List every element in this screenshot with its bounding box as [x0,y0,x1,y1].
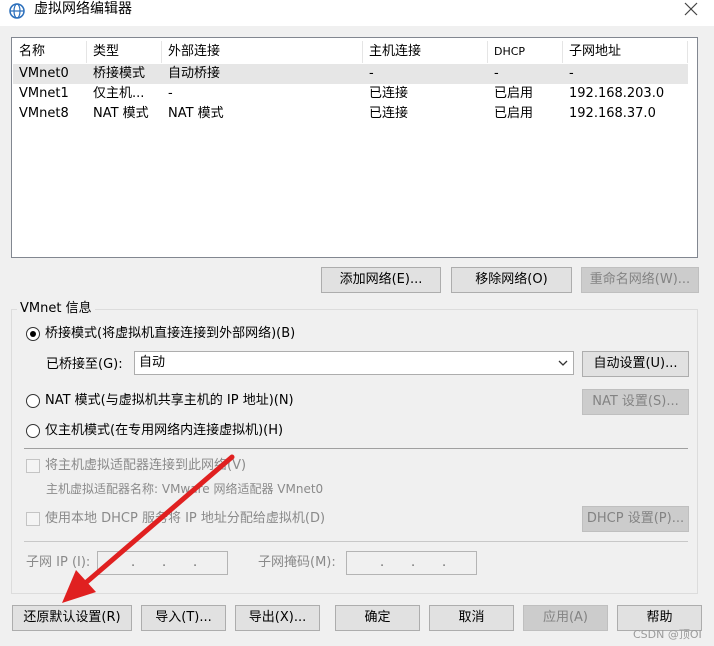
cell-type: NAT 模式 [93,106,149,121]
close-icon[interactable] [680,0,702,20]
bridged-to-label: 已桥接至(G): [46,357,123,372]
network-list[interactable]: 名称 类型 外部连接 主机连接 DHCP 子网地址 VMnet0 桥接模式 自动… [11,37,698,258]
restore-defaults-button[interactable]: 还原默认设置(R) [12,605,132,631]
subnet-ip-label: 子网 IP (I): [26,555,91,570]
dhcp-settings-button[interactable]: DHCP 设置(P)... [582,506,689,532]
column-header-host[interactable]: 主机连接 [363,41,488,63]
divider [24,541,688,542]
cell-subnet: 192.168.37.0 [569,106,656,121]
hostonly-radio[interactable] [26,424,40,438]
apply-button[interactable]: 应用(A) [523,605,608,631]
cell-dhcp: - [494,66,499,81]
connect-adapter-label[interactable]: 将主机虚拟适配器连接到此网络(V) [45,458,246,474]
cell-type: 桥接模式 [93,66,146,81]
subnet-ip-input[interactable]: ... [97,551,228,575]
nat-settings-button[interactable]: NAT 设置(S)... [582,389,689,415]
cell-host: 已连接 [369,106,409,121]
cell-host: - [369,66,374,81]
vmnet-info-legend: VMnet 信息 [17,301,95,317]
hostonly-radio-label[interactable]: 仅主机模式(在专用网络内连接虚拟机)(H) [45,423,283,439]
cell-dhcp: 已启用 [494,86,534,101]
cell-external: 自动桥接 [168,66,221,81]
cell-dhcp: 已启用 [494,106,534,121]
cell-external: - [168,86,173,101]
subnet-mask-label: 子网掩码(M): [258,555,336,570]
cell-name: VMnet0 [19,66,69,81]
nat-radio[interactable] [26,394,40,408]
network-globe-icon [9,3,25,19]
nat-radio-label[interactable]: NAT 模式(与虚拟机共享主机的 IP 地址)(N) [45,393,294,409]
adapter-name-text: 主机虚拟适配器名称: VMware 网络适配器 VMnet0 [46,482,324,496]
cell-external: NAT 模式 [168,106,224,121]
bridged-radio-label[interactable]: 桥接模式(将虚拟机直接连接到外部网络)(B) [45,326,295,342]
import-button[interactable]: 导入(T)... [141,605,226,631]
add-network-button[interactable]: 添加网络(E)... [321,267,441,293]
bridged-to-value: 自动 [139,355,166,370]
subnet-mask-input[interactable]: ... [346,551,477,575]
cell-name: VMnet8 [19,106,69,121]
column-header-dhcp[interactable]: DHCP [488,41,563,63]
column-header-type[interactable]: 类型 [87,41,162,63]
column-header-name[interactable]: 名称 [13,41,87,63]
connect-adapter-checkbox[interactable] [26,459,40,473]
remove-network-button[interactable]: 移除网络(O) [451,267,572,293]
cell-subnet: - [569,66,574,81]
cell-host: 已连接 [369,86,409,101]
table-row[interactable]: VMnet8 NAT 模式 NAT 模式 已连接 已启用 192.168.37.… [13,104,688,124]
column-header-subnet[interactable]: 子网地址 [563,41,688,63]
column-header-external[interactable]: 外部连接 [162,41,363,63]
dhcp-label[interactable]: 使用本地 DHCP 服务将 IP 地址分配给虚拟机(D) [45,511,325,527]
dhcp-checkbox[interactable] [26,512,40,526]
window-title: 虚拟网络编辑器 [34,1,132,17]
table-row[interactable]: VMnet0 桥接模式 自动桥接 - - - [13,64,688,84]
bridged-radio[interactable] [26,327,40,341]
cell-subnet: 192.168.203.0 [569,86,665,101]
cancel-button[interactable]: 取消 [429,605,514,631]
rename-network-button[interactable]: 重命名网络(W)... [581,267,699,293]
ok-button[interactable]: 确定 [335,605,420,631]
cell-name: VMnet1 [19,86,69,101]
watermark: CSDN @顶OI [633,628,702,641]
title-bar: 虚拟网络编辑器 [0,0,714,26]
cell-type: 仅主机... [93,86,145,101]
bridged-to-select[interactable]: 自动 [134,351,574,375]
table-row[interactable]: VMnet1 仅主机... - 已连接 已启用 192.168.203.0 [13,84,688,104]
chevron-down-icon [558,360,568,366]
radio-selected-dot [30,331,36,337]
divider [24,448,688,449]
auto-settings-button[interactable]: 自动设置(U)... [582,351,689,377]
export-button[interactable]: 导出(X)... [235,605,320,631]
